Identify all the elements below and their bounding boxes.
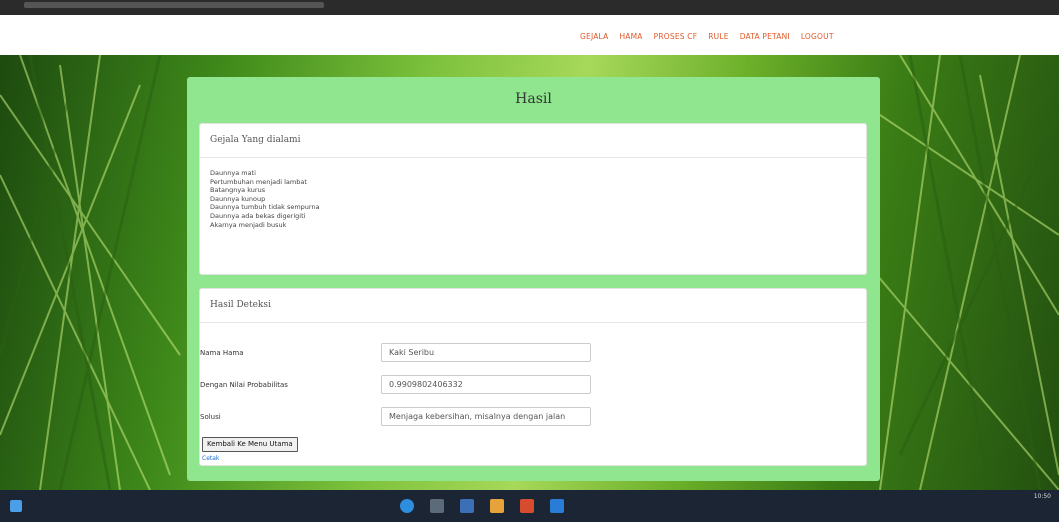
app-icon[interactable] bbox=[460, 499, 474, 513]
page-title: Hasil bbox=[515, 91, 552, 107]
probability-field[interactable]: 0.9909802406332 bbox=[381, 375, 591, 394]
detection-card-title: Hasil Deteksi bbox=[210, 300, 271, 310]
top-navbar: GEJALA HAMA PROSES CF RULE DATA PETANI L… bbox=[0, 15, 1059, 55]
symptoms-list: Daunnya mati Pertumbuhan menjadi lambat … bbox=[210, 169, 320, 229]
nav-link-gejala[interactable]: GEJALA bbox=[580, 32, 608, 41]
nav-link-hama[interactable]: HAMA bbox=[619, 32, 642, 41]
detection-result-card: Hasil Deteksi Nama Hama Kaki Seribu Deng… bbox=[199, 288, 867, 466]
solution-field[interactable]: Menjaga kebersihan, misalnya dengan jala… bbox=[381, 407, 591, 426]
windows-taskbar: 10:50 bbox=[0, 490, 1059, 522]
detection-card-header: Hasil Deteksi bbox=[200, 289, 866, 323]
pest-name-field[interactable]: Kaki Seribu bbox=[381, 343, 591, 362]
probability-label: Dengan Nilai Probabilitas bbox=[200, 381, 288, 389]
symptoms-card-title: Gejala Yang dialami bbox=[210, 135, 301, 145]
nav-links: GEJALA HAMA PROSES CF RULE DATA PETANI L… bbox=[580, 32, 834, 41]
edge-browser-icon[interactable] bbox=[400, 499, 414, 513]
pest-name-label: Nama Hama bbox=[200, 349, 244, 357]
back-to-main-menu-button[interactable]: Kembali Ke Menu Utama bbox=[202, 437, 298, 452]
nav-link-data-petani[interactable]: DATA PETANI bbox=[740, 32, 790, 41]
app-icon[interactable] bbox=[550, 499, 564, 513]
list-item: Daunnya ada bekas digerigiti bbox=[210, 211, 306, 220]
print-link[interactable]: Cetak bbox=[202, 455, 219, 462]
app-icon[interactable] bbox=[490, 499, 504, 513]
symptoms-card: Gejala Yang dialami Daunnya mati Pertumb… bbox=[199, 123, 867, 275]
symptoms-card-header: Gejala Yang dialami bbox=[200, 124, 866, 158]
app-icon[interactable] bbox=[520, 499, 534, 513]
list-item: Batangnya kurus bbox=[210, 186, 266, 195]
result-panel: Hasil Gejala Yang dialami Daunnya mati P… bbox=[187, 77, 880, 481]
nav-link-rule[interactable]: RULE bbox=[708, 32, 728, 41]
list-item: Pertumbuhan menjadi lambat bbox=[210, 177, 307, 186]
taskbar-clock: 10:50 bbox=[1033, 493, 1051, 500]
windows-start-icon[interactable] bbox=[10, 500, 22, 512]
list-item: Akarnya menjadi busuk bbox=[210, 220, 287, 229]
list-item: Daunnya tumbuh tidak sempurna bbox=[210, 203, 320, 212]
file-explorer-icon[interactable] bbox=[430, 499, 444, 513]
list-item: Daunnya kunoup bbox=[210, 194, 266, 203]
nav-link-proses-cf[interactable]: PROSES CF bbox=[654, 32, 698, 41]
nav-link-logout[interactable]: LOGOUT bbox=[801, 32, 834, 41]
browser-chrome-bar bbox=[0, 0, 1059, 15]
solution-label: Solusi bbox=[200, 413, 221, 421]
list-item: Daunnya mati bbox=[210, 169, 256, 177]
browser-tab-strip bbox=[24, 2, 324, 8]
